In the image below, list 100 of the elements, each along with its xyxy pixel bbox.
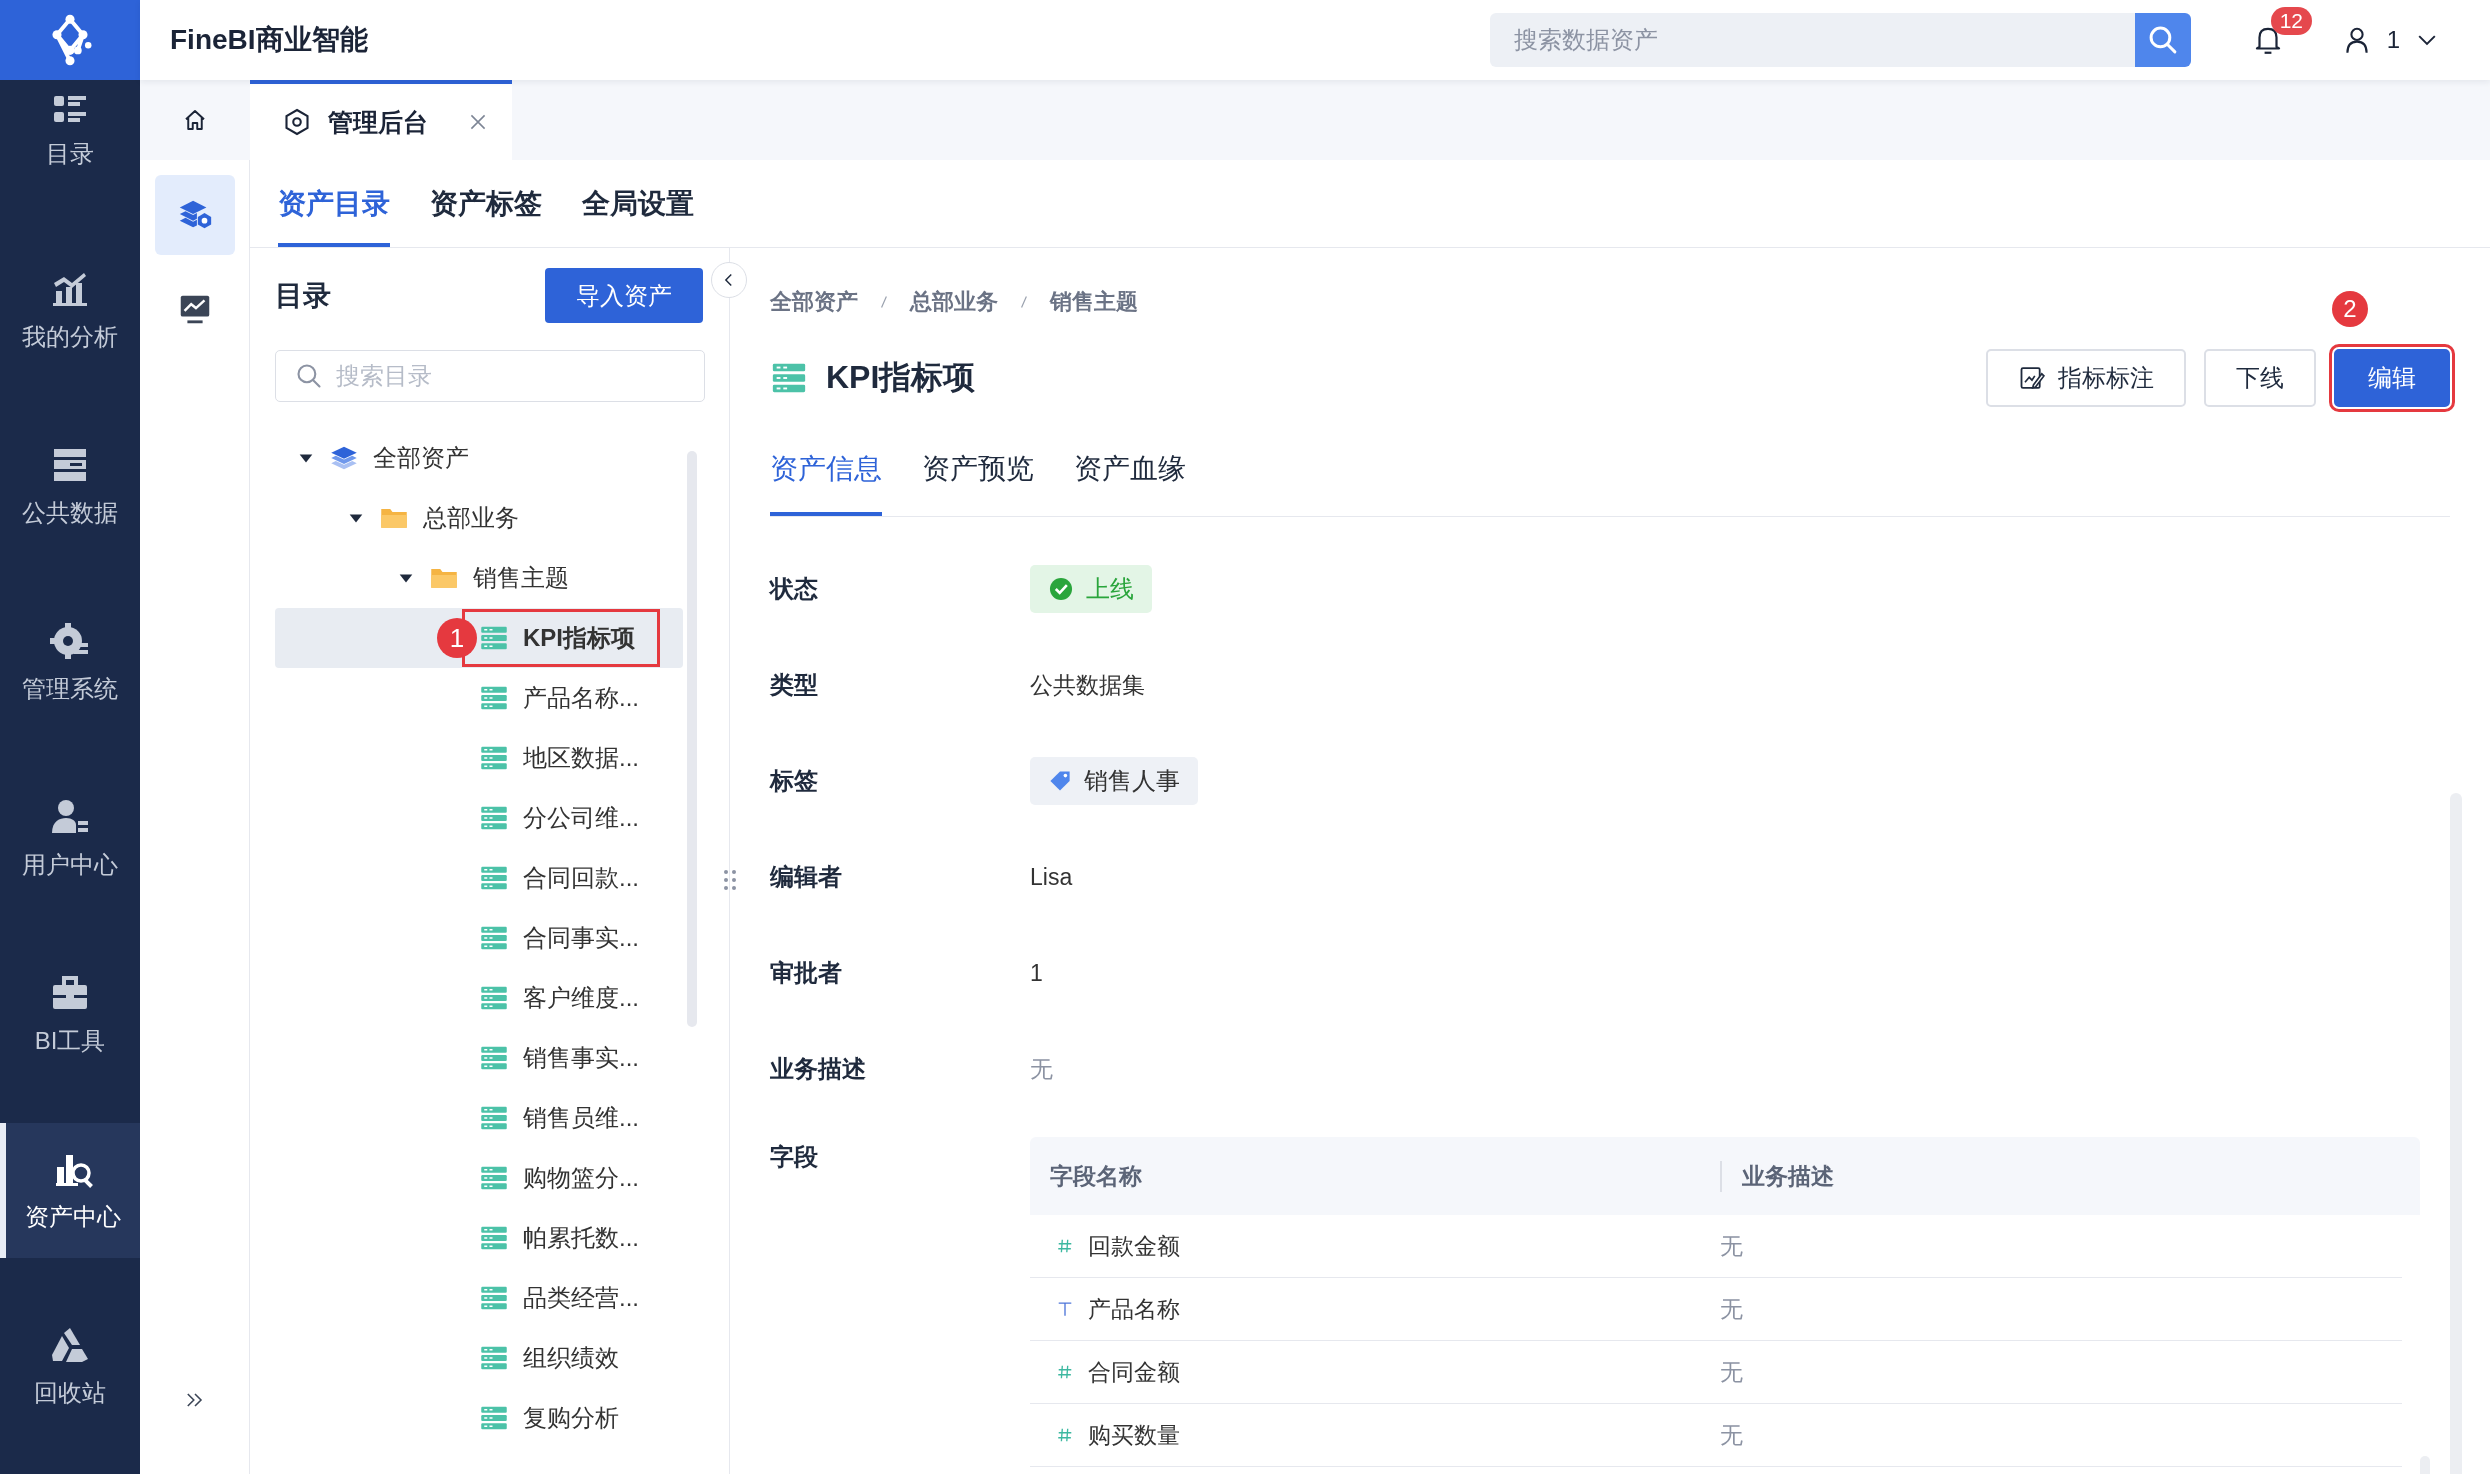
search-field[interactable]: 搜索目录 <box>275 350 705 402</box>
tree-label: 全部资产 <box>373 443 469 473</box>
nav-item[interactable]: 资产中心 <box>0 1123 140 1258</box>
tree-item[interactable]: 销售事实... <box>275 1028 683 1088</box>
tree-item[interactable]: 全部资产 <box>275 428 683 488</box>
tree-item[interactable]: 地区数据... <box>275 728 683 788</box>
tree-label: 合同回款... <box>523 863 639 893</box>
field-name: 回款金额 <box>1088 1231 1180 1261</box>
nav-item[interactable]: 回收站 <box>0 1299 140 1434</box>
tree-label: 品类经营... <box>523 1283 639 1313</box>
column-header: 字段名称 <box>1030 1160 1722 1192</box>
gear-icon <box>50 620 90 661</box>
tree-label: 分公司维... <box>523 803 639 833</box>
nav-item[interactable]: 目录 <box>0 80 140 180</box>
tree-item[interactable]: 复购分析 <box>275 1388 683 1448</box>
field-label: 编辑者 <box>770 862 843 892</box>
tree-item[interactable]: 总部业务 <box>275 488 683 548</box>
section-tab[interactable]: 资产目录 <box>278 160 390 247</box>
tree-label: 总部业务 <box>423 503 519 533</box>
tree-label: 地区数据... <box>523 743 639 773</box>
tree-item[interactable]: 分公司维... <box>275 788 683 848</box>
edit-chart-icon <box>2018 364 2046 392</box>
table-cell-text: 无 <box>1720 1231 1743 1261</box>
field-label: 状态 <box>770 574 819 604</box>
tag-icon <box>1048 769 1072 793</box>
tree-item[interactable]: 客户维度... <box>275 968 683 1028</box>
tree-item[interactable]: 帕累托数... <box>275 1208 683 1268</box>
field-value: 公共数据集 <box>1030 670 1145 700</box>
column-header: 业务描述 <box>1741 1161 1834 1191</box>
breadcrumb-link[interactable]: 总部业务 <box>910 287 998 317</box>
search-field[interactable]: 搜索数据资产 <box>1489 13 2135 67</box>
status-badge: 上线 <box>1030 565 1152 613</box>
tree-item[interactable]: 品类经营... <box>275 1268 683 1328</box>
app-title: FineBI商业智能 <box>170 23 369 57</box>
tree-item[interactable]: 合同回款... <box>275 848 683 908</box>
tree-label: 组织绩效 <box>523 1343 619 1373</box>
tree-label: 帕累托数... <box>523 1223 639 1253</box>
tree-label: 复购分析 <box>523 1403 619 1433</box>
field-value: Lisa <box>1030 863 1073 891</box>
nav-item[interactable]: BI工具 <box>0 947 140 1082</box>
field-name: 购买数量 <box>1088 1420 1180 1450</box>
tree-item[interactable]: 1 KPI指标项 <box>275 608 683 668</box>
page-tab[interactable]: 管理后台 <box>250 80 512 160</box>
nav-item[interactable]: 用户中心 <box>0 771 140 906</box>
step-badge: 1 <box>437 618 477 658</box>
breadcrumb-link[interactable]: 销售主题 <box>1050 287 1138 317</box>
table-cell-text: 无 <box>1720 1294 1743 1324</box>
rail-button[interactable] <box>154 175 235 255</box>
asset-title: KPI指标项 <box>826 358 977 397</box>
user-name[interactable]: 1 <box>2386 26 2400 54</box>
tree-label: 合同事实... <box>523 923 639 953</box>
field-label: 类型 <box>770 670 819 700</box>
breadcrumb-link[interactable]: 全部资产 <box>770 287 858 317</box>
field-value: 1 <box>1030 959 1043 987</box>
table-cell-text: 无 <box>1720 1420 1743 1450</box>
tree-item[interactable]: 合同事实... <box>275 908 683 968</box>
tree-label: 客户维度... <box>523 983 639 1013</box>
offline-button[interactable]: 下线 <box>2204 349 2316 407</box>
tree-item[interactable]: 组织绩效 <box>275 1328 683 1388</box>
field-label: 标签 <box>770 766 819 796</box>
hexagon-icon <box>282 107 312 137</box>
field-name: 产品名称 <box>1088 1294 1180 1324</box>
tag-chip: 销售人事 <box>1030 757 1198 805</box>
nav-item[interactable]: 公共数据 <box>0 419 140 554</box>
hash-icon <box>1056 1237 1074 1255</box>
nav-item[interactable]: 管理系统 <box>0 595 140 730</box>
detail-tab[interactable]: 资产预览 <box>922 450 1034 516</box>
detail-tab[interactable]: 资产血缘 <box>1074 450 1186 516</box>
check-circle-icon <box>1048 576 1074 602</box>
tree-label: 产品名称... <box>523 683 639 713</box>
drag-handle-icon[interactable] <box>722 868 738 892</box>
field-label: 审批者 <box>770 958 843 988</box>
hash-icon <box>1056 1426 1074 1444</box>
tree-item[interactable]: 销售员维... <box>275 1088 683 1148</box>
step-badge: 2 <box>2332 291 2368 327</box>
text-type-icon <box>1056 1300 1074 1318</box>
scrollbar[interactable] <box>687 451 697 1027</box>
field-value: 无 <box>1030 1054 1053 1084</box>
import-button[interactable]: 导入资产 <box>545 268 703 323</box>
section-tab[interactable]: 资产标签 <box>430 160 542 247</box>
tree-label: 购物篮分... <box>523 1163 639 1193</box>
tree-item[interactable]: 销售主题 <box>275 548 683 608</box>
tree-label: 销售主题 <box>473 563 569 593</box>
tree-item[interactable]: 产品名称... <box>275 668 683 728</box>
search-button[interactable] <box>2134 13 2191 67</box>
field-name: 合同金额 <box>1088 1357 1180 1387</box>
panel-title: 目录 <box>275 278 331 313</box>
section-tab[interactable]: 全局设置 <box>582 160 694 247</box>
annotate-button[interactable]: 指标标注 <box>1986 349 2186 407</box>
tree-label: 销售事实... <box>523 1043 639 1073</box>
detail-tab[interactable]: 资产信息 <box>770 450 882 516</box>
field-label: 业务描述 <box>770 1054 867 1084</box>
field-label: 字段 <box>770 1142 819 1172</box>
search-icon <box>295 362 323 390</box>
notification-badge: 12 <box>2270 7 2312 35</box>
tree-label: KPI指标项 <box>523 623 635 653</box>
tree-item[interactable]: 购物篮分... <box>275 1148 683 1208</box>
table-cell-text: 无 <box>1720 1357 1743 1387</box>
collapse-button[interactable] <box>711 262 747 298</box>
nav-item[interactable]: 我的分析 <box>0 243 140 378</box>
